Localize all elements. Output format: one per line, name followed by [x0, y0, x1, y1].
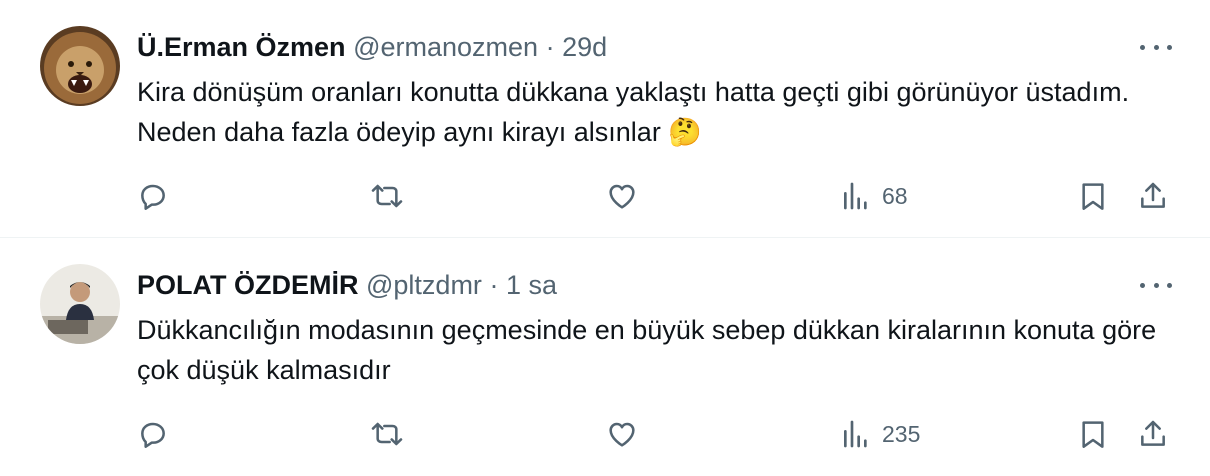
separator: ·	[545, 32, 555, 62]
timestamp[interactable]: 1 sa	[506, 270, 557, 300]
tweet-header: POLAT ÖZDEMİR @pltzdmr · 1 sa	[137, 270, 557, 301]
heart-icon	[609, 184, 635, 209]
share-button[interactable]	[1137, 176, 1169, 216]
share-icon	[1141, 182, 1165, 208]
user-handle[interactable]: @ermanozmen	[353, 32, 538, 62]
avatar[interactable]	[40, 264, 120, 344]
person-avatar-icon	[40, 264, 120, 344]
reply-icon	[141, 184, 165, 210]
separator: ·	[489, 270, 499, 300]
analytics-icon	[844, 420, 867, 448]
views-button[interactable]: 235	[840, 414, 920, 454]
views-button[interactable]: 68	[840, 176, 908, 216]
tweet-text: Kira dönüşüm oranları konutta dükkana ya…	[137, 72, 1157, 152]
display-name[interactable]: POLAT ÖZDEMİR	[137, 270, 358, 300]
tweet-header: Ü.Erman Özmen @ermanozmen · 29d	[137, 32, 607, 63]
view-count: 68	[882, 182, 908, 209]
tweet[interactable]: POLAT ÖZDEMİR @pltzdmr · 1 sa Dükkancılı…	[0, 238, 1210, 476]
reply-button[interactable]	[137, 414, 169, 454]
lion-avatar-icon	[40, 26, 120, 106]
retweet-button[interactable]	[371, 176, 403, 216]
share-icon	[1141, 420, 1165, 446]
display-name[interactable]: Ü.Erman Özmen	[137, 32, 346, 62]
tweet[interactable]: Ü.Erman Özmen @ermanozmen · 29d Kira dön…	[0, 0, 1210, 238]
tweet-text: Dükkancılığın modasının geçmesinde en bü…	[137, 315, 1157, 385]
user-handle[interactable]: @pltzdmr	[366, 270, 482, 300]
avatar[interactable]	[40, 26, 120, 106]
tweet-body: Kira dönüşüm oranları konutta dükkana ya…	[137, 77, 1130, 147]
reply-button[interactable]	[137, 176, 169, 216]
like-button[interactable]	[606, 176, 638, 216]
retweet-icon	[371, 184, 403, 208]
action-bar: 235	[0, 414, 1210, 454]
more-options-icon[interactable]	[1140, 42, 1172, 52]
reply-icon	[141, 422, 165, 448]
bookmark-button[interactable]	[1077, 414, 1109, 454]
retweet-icon	[371, 422, 403, 446]
action-bar: 68	[0, 176, 1210, 216]
analytics-icon	[844, 182, 867, 210]
bookmark-icon	[1082, 421, 1104, 448]
like-button[interactable]	[606, 414, 638, 454]
timestamp[interactable]: 29d	[562, 32, 607, 62]
retweet-button[interactable]	[371, 414, 403, 454]
view-count: 235	[882, 420, 921, 447]
heart-icon	[609, 422, 635, 447]
share-button[interactable]	[1137, 414, 1169, 454]
bookmark-button[interactable]	[1077, 176, 1109, 216]
more-options-icon[interactable]	[1140, 280, 1172, 290]
thinking-face-emoji: 🤔	[668, 117, 702, 147]
bookmark-icon	[1082, 183, 1104, 210]
